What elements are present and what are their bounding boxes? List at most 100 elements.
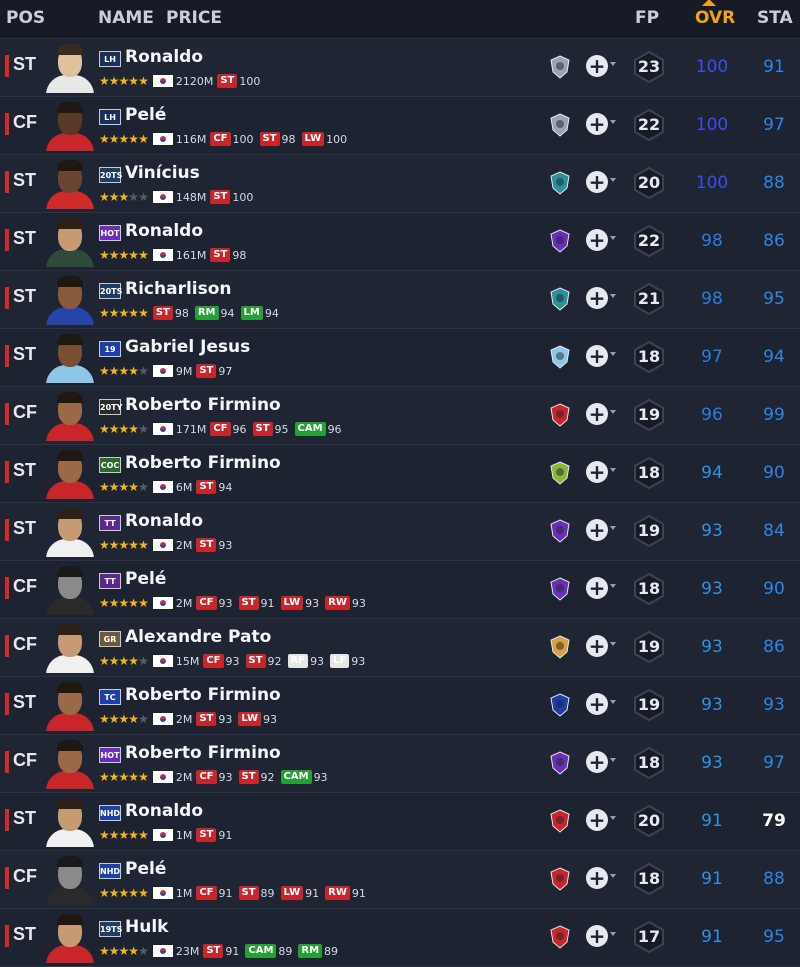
table-row[interactable]: CF HOT Roberto Firmino ★★★★★ 2M CF 93 ST 92 CAM 93… — [0, 735, 800, 793]
player-name[interactable]: Ronaldo — [125, 511, 203, 531]
star-icon: ★ — [138, 654, 149, 668]
table-row[interactable]: ST TT Ronaldo ★★★★★ 2M ST 93 +19 93 84 — [0, 503, 800, 561]
table-row[interactable]: CF TT Pelé ★★★★★ 2M CF 93 ST 91 LW 93 RW 93 +18 93 90 — [0, 561, 800, 619]
fp-badge: 19 — [632, 688, 666, 722]
dropdown-caret-icon[interactable] — [610, 758, 616, 762]
table-row[interactable]: ST HOT Ronaldo ★★★★★ 161M ST 98 +22 98 86 — [0, 213, 800, 271]
star-icon: ★ — [99, 770, 110, 784]
star-icon: ★ — [118, 480, 130, 494]
player-name[interactable]: Gabriel Jesus — [125, 337, 250, 357]
dropdown-caret-icon[interactable] — [610, 236, 616, 240]
table-row[interactable]: ST TC Roberto Firmino ★★★★★ 2M ST 93 LW 93 +19 93 9… — [0, 677, 800, 735]
dropdown-caret-icon[interactable] — [610, 120, 616, 124]
position-rating: 93 — [313, 770, 328, 784]
korea-flag-icon — [152, 655, 173, 667]
header-pos[interactable]: POS — [6, 8, 45, 28]
dropdown-caret-icon[interactable] — [610, 700, 616, 704]
player-name[interactable]: Ronaldo — [125, 221, 203, 241]
position-label: CF — [13, 576, 37, 596]
add-button[interactable]: + — [586, 345, 608, 367]
dropdown-caret-icon[interactable] — [610, 294, 616, 298]
header-name[interactable]: NAME — [98, 8, 154, 28]
ovr-value: 96 — [701, 405, 723, 425]
player-name[interactable]: Roberto Firmino — [125, 743, 281, 763]
position-rating: 98 — [232, 248, 247, 262]
table-row[interactable]: CF GR Alexandre Pato ★★★★★ 15M CF 93 ST 92 RF 93 LF… — [0, 619, 800, 677]
add-button[interactable]: + — [586, 925, 608, 947]
add-button[interactable]: + — [586, 113, 608, 135]
position-rating: 98 — [174, 306, 189, 320]
table-row[interactable]: ST 20TS Vinícius ★★★★★ 148M ST 100 +20 100 88 — [0, 155, 800, 213]
table-row[interactable]: ST 19 Gabriel Jesus ★★★★★ 9M ST 97 +18 97 94 — [0, 329, 800, 387]
dropdown-caret-icon[interactable] — [610, 932, 616, 936]
table-row[interactable]: ST LH Ronaldo ★★★★★ 2120M ST 100 +23 100 91 — [0, 39, 800, 97]
player-name[interactable]: Alexandre Pato — [125, 627, 271, 647]
avatar-shirt — [46, 423, 94, 441]
table-row[interactable]: CF NHD Pelé ★★★★★ 1M CF 91 ST 89 LW 91 RW 91 +18 91 88 — [0, 851, 800, 909]
add-button[interactable]: + — [586, 55, 608, 77]
player-name[interactable]: Ronaldo — [125, 801, 203, 821]
avatar-hair — [57, 682, 83, 693]
table-row[interactable]: CF 20TY Roberto Firmino ★★★★★ 171M CF 96 ST 95 CA… — [0, 387, 800, 445]
player-name[interactable]: Hulk — [125, 917, 168, 937]
dropdown-caret-icon[interactable] — [610, 468, 616, 472]
player-name[interactable]: Ronaldo — [125, 47, 203, 67]
add-button[interactable]: + — [586, 635, 608, 657]
player-name[interactable]: Richarlison — [125, 279, 232, 299]
player-name[interactable]: Roberto Firmino — [125, 395, 281, 415]
add-button[interactable]: + — [586, 229, 608, 251]
dropdown-caret-icon[interactable] — [610, 642, 616, 646]
add-button[interactable]: + — [586, 809, 608, 831]
dropdown-caret-icon[interactable] — [610, 526, 616, 530]
add-button[interactable]: + — [586, 287, 608, 309]
player-name[interactable]: Pelé — [125, 569, 166, 589]
star-icon: ★ — [99, 422, 110, 436]
add-button[interactable]: + — [586, 693, 608, 715]
dropdown-caret-icon[interactable] — [610, 584, 616, 588]
add-button[interactable]: + — [586, 403, 608, 425]
header-ovr[interactable]: OVR — [695, 8, 735, 28]
player-details: ★★★★★ 15M CF 93 ST 92 RF 93 LF 93 — [99, 654, 371, 668]
season-badge: 19TS — [99, 921, 122, 937]
position-tag: CF — [203, 654, 224, 668]
fp-badge: 20 — [632, 804, 666, 838]
star-icon: ★ — [128, 480, 139, 494]
add-button[interactable]: + — [586, 867, 608, 889]
ovr-value: 98 — [701, 231, 723, 251]
dropdown-caret-icon[interactable] — [610, 178, 616, 182]
header-sta[interactable]: STA — [757, 8, 793, 28]
add-button[interactable]: + — [586, 519, 608, 541]
position-color-bar — [5, 693, 9, 715]
add-button[interactable]: + — [586, 751, 608, 773]
table-row[interactable]: CF LH Pelé ★★★★★ 116M CF 100 ST 98 LW 100 +22 100 97 — [0, 97, 800, 155]
table-row[interactable]: ST 20TS Richarlison ★★★★★ ST 98 RM 94 LM 94 +21 98 9… — [0, 271, 800, 329]
player-price: 15M — [175, 654, 200, 668]
avatar-hair — [57, 914, 83, 925]
dropdown-caret-icon[interactable] — [610, 62, 616, 66]
header-fp[interactable]: FP — [635, 8, 659, 28]
player-name[interactable]: Pelé — [125, 859, 166, 879]
position-rating: 91 — [260, 596, 275, 610]
dropdown-caret-icon[interactable] — [610, 816, 616, 820]
fp-value: 21 — [637, 289, 661, 308]
avatar-shirt — [46, 887, 94, 905]
table-row[interactable]: ST COC Roberto Firmino ★★★★★ 6M ST 94 +18 94 90 — [0, 445, 800, 503]
table-row[interactable]: ST NHD Ronaldo ★★★★★ 1M ST 91 +20 91 79 — [0, 793, 800, 851]
add-button[interactable]: + — [586, 577, 608, 599]
player-name[interactable]: Pelé — [125, 105, 166, 125]
avatar-hair — [57, 624, 83, 635]
shanghai-icon — [548, 925, 572, 949]
player-name[interactable]: Roberto Firmino — [125, 685, 281, 705]
add-button[interactable]: + — [586, 461, 608, 483]
table-row[interactable]: ST 19TS Hulk ★★★★★ 23M ST 91 CAM 89 RM 89 +17 91 95 — [0, 909, 800, 967]
dropdown-caret-icon[interactable] — [610, 352, 616, 356]
position-rating: 93 — [310, 654, 325, 668]
header-price[interactable]: PRICE — [166, 8, 222, 28]
dropdown-caret-icon[interactable] — [610, 874, 616, 878]
player-name[interactable]: Vinícius — [125, 163, 200, 183]
ovr-value: 91 — [701, 811, 723, 831]
player-name[interactable]: Roberto Firmino — [125, 453, 281, 473]
dropdown-caret-icon[interactable] — [610, 410, 616, 414]
add-button[interactable]: + — [586, 171, 608, 193]
fp-badge: 23 — [632, 50, 666, 84]
